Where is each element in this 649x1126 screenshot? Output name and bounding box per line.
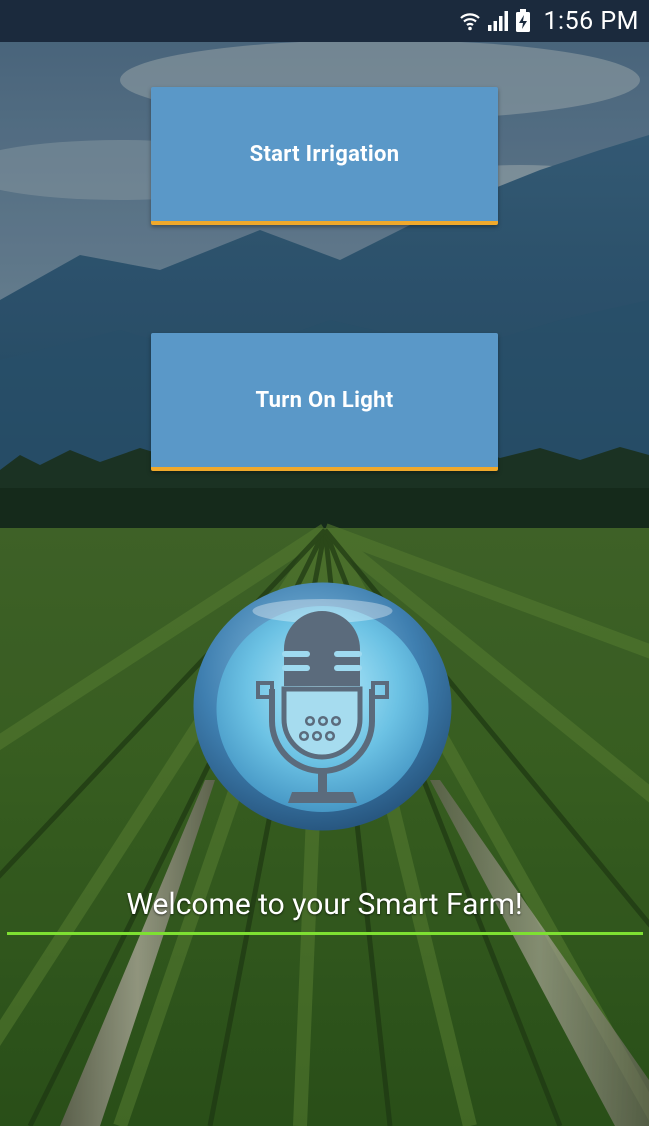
status-bar: 1:56 PM: [0, 0, 649, 42]
welcome-underline: [7, 932, 643, 935]
start-irrigation-button[interactable]: Start Irrigation: [151, 87, 498, 225]
start-irrigation-label: Start Irrigation: [249, 141, 400, 167]
voice-command-button[interactable]: [192, 581, 453, 832]
turn-on-light-button[interactable]: Turn On Light: [151, 333, 498, 471]
turn-on-light-label: Turn On Light: [255, 387, 394, 413]
status-time: 1:56 PM: [543, 6, 639, 36]
welcome-text: Welcome to your Smart Farm!: [126, 887, 523, 922]
status-icons: 1:56 PM: [459, 0, 639, 42]
battery-charging-icon: [516, 9, 531, 32]
signal-icon: [488, 11, 509, 31]
wifi-icon: [460, 13, 481, 31]
